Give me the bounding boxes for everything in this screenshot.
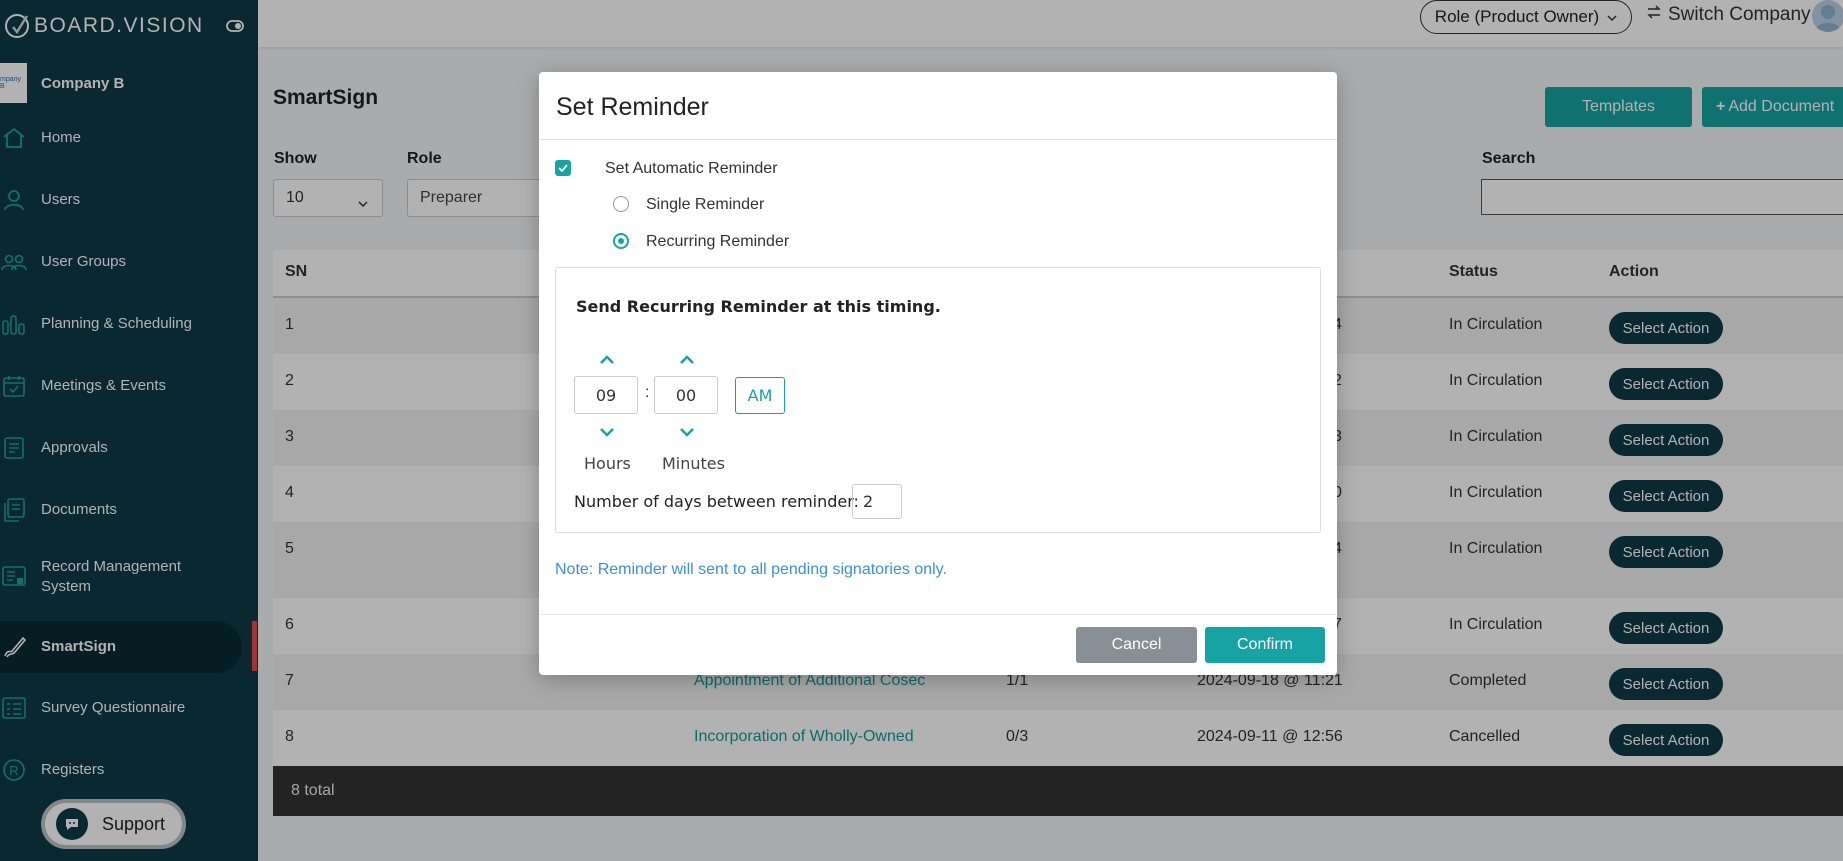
single-reminder-label: Single Reminder	[646, 196, 765, 213]
ampm-toggle-button[interactable]: AM	[735, 377, 785, 414]
panel-heading: Send Recurring Reminder at this timing.	[576, 297, 941, 316]
days-between-label: Number of days between reminder:	[574, 492, 859, 511]
auto-reminder-checkbox[interactable]	[555, 160, 571, 176]
days-between-input[interactable]: 2	[852, 484, 902, 519]
cancel-button[interactable]: Cancel	[1076, 627, 1197, 663]
set-reminder-modal: Set Reminder Set Automatic Reminder Sing…	[539, 72, 1337, 675]
confirm-button[interactable]: Confirm	[1205, 627, 1325, 663]
minutes-down-chevron-icon[interactable]	[679, 426, 695, 438]
minutes-input[interactable]: 00	[654, 376, 718, 414]
modal-title: Set Reminder	[556, 93, 709, 121]
divider	[539, 614, 1337, 615]
auto-reminder-label: Set Automatic Reminder	[605, 160, 778, 177]
reminder-note: Note: Reminder will sent to all pending …	[555, 561, 947, 578]
single-reminder-radio[interactable]	[613, 196, 629, 212]
time-separator: :	[645, 384, 650, 401]
minutes-up-chevron-icon[interactable]	[679, 352, 695, 364]
recurring-reminder-radio[interactable]	[613, 233, 629, 249]
recurring-timing-panel: Send Recurring Reminder at this timing. …	[555, 267, 1321, 533]
divider	[539, 139, 1337, 140]
hours-input[interactable]: 09	[574, 376, 638, 414]
hours-up-chevron-icon[interactable]	[599, 352, 615, 364]
recurring-reminder-label: Recurring Reminder	[646, 233, 790, 250]
minutes-label: Minutes	[662, 454, 725, 473]
hours-label: Hours	[584, 454, 631, 473]
hours-down-chevron-icon[interactable]	[599, 426, 615, 438]
